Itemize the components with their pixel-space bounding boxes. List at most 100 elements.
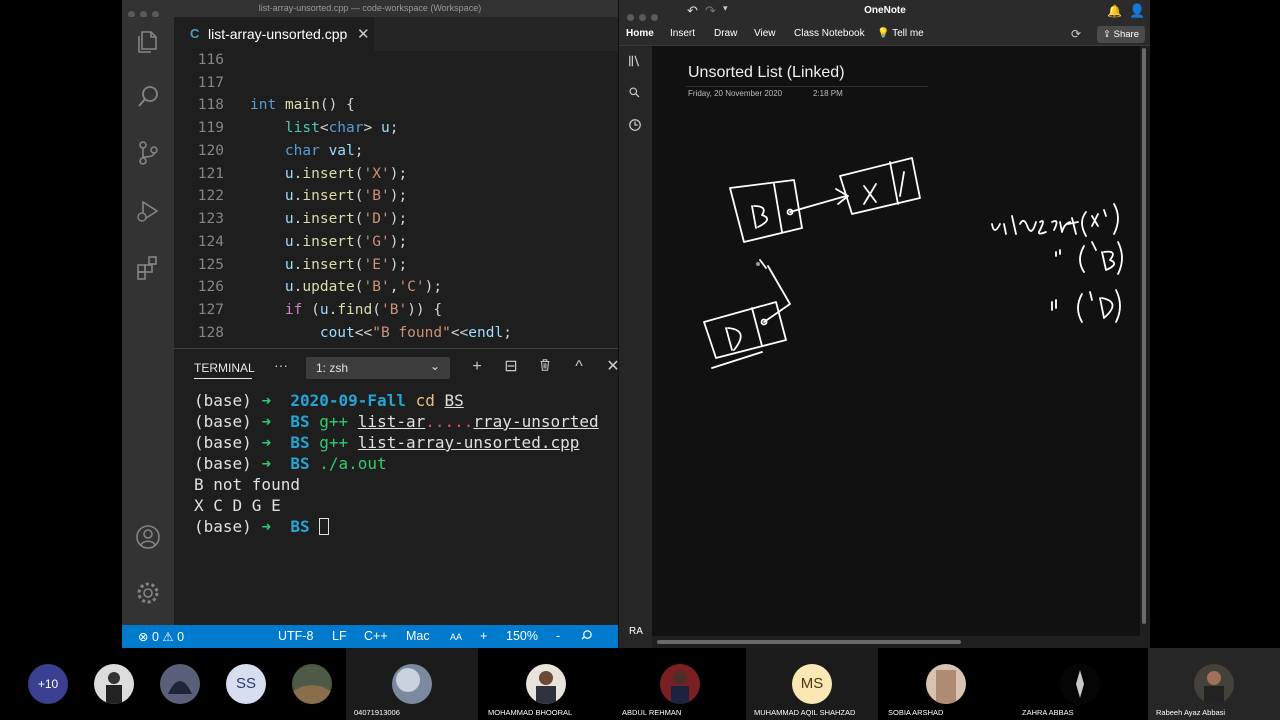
terminal-panel: TERMINAL ··· 1: zsh ⌄ + ⊟ ^ ✕ (base) ➜ 2… [174, 348, 618, 625]
participant-tile[interactable]: MS MUHAMMAD AQIL SHAHZAD [746, 648, 878, 720]
terminal-line: (base) ➜ BS g++ list-array-unsorted.cpp [194, 433, 580, 452]
maximize-panel-icon[interactable]: ^ [570, 358, 588, 376]
node-b-letter [751, 205, 768, 229]
terminal-select-value: 1: zsh [316, 361, 349, 375]
tell-me-search[interactable]: 💡 Tell me [877, 28, 924, 39]
avatar [1060, 664, 1100, 704]
vertical-scrollbar[interactable] [1142, 48, 1146, 624]
note-u-insert-x [991, 203, 1119, 237]
participant-name: Rabeeh Ayaz Abbasi [1156, 708, 1226, 717]
terminal-line: B not found [194, 475, 300, 494]
avatar [160, 664, 200, 704]
split-terminal-icon[interactable]: ⊟ [502, 358, 520, 376]
close-panel-icon[interactable]: ✕ [604, 358, 618, 376]
bell-icon[interactable]: 🔔 [1107, 4, 1122, 18]
participant-overflow-tile[interactable]: +10 [20, 648, 76, 720]
horizontal-scrollbar[interactable] [657, 640, 961, 644]
code-text: u.insert('D'); [284, 211, 408, 227]
search-icon[interactable] [628, 86, 644, 102]
share-button[interactable]: ⇪ Share [1097, 26, 1145, 43]
terminal-cursor [319, 518, 330, 535]
tab-label: list-array-unsorted.cpp [208, 26, 348, 42]
tab-terminal[interactable]: TERMINAL [194, 361, 255, 375]
avatar: MS [792, 664, 832, 704]
tab-home[interactable]: Home [626, 28, 654, 39]
participant-tile[interactable]: ZAHRA ABBAS [1014, 648, 1146, 720]
tab-draw[interactable]: Draw [714, 28, 737, 39]
run-debug-icon[interactable] [134, 197, 162, 225]
avatar [94, 664, 134, 704]
line-number: 124 [197, 234, 224, 250]
problems-status[interactable]: ⊗ 0 ⚠ 0 [138, 629, 184, 644]
terminal-line: X C D G E [194, 496, 281, 515]
vscode-titlebar: list-array-unsorted.cpp — code-workspace… [122, 0, 618, 18]
code-text: u.insert('E'); [284, 257, 408, 273]
node-d-box [703, 301, 787, 359]
account-icon[interactable] [134, 523, 162, 551]
line-number: 127 [197, 302, 224, 318]
onenote-page-canvas[interactable]: Unsorted List (Linked) Friday, 20 Novemb… [652, 46, 1140, 636]
window-title: list-array-unsorted.cpp — code-workspace… [258, 3, 482, 13]
tab-class-notebook[interactable]: Class Notebook [794, 28, 865, 39]
participant-tile[interactable] [152, 648, 208, 720]
participant-tile[interactable]: ABDUL REHMAN [614, 648, 746, 720]
onenote-nav-rail: RA [619, 46, 652, 648]
zoom-level[interactable]: 150% [506, 629, 538, 643]
line-number: 117 [197, 75, 224, 91]
avatar: SS [226, 664, 266, 704]
line-number: 116 [197, 52, 224, 68]
font-size-icon[interactable]: AA [450, 632, 462, 642]
source-control-icon[interactable] [134, 139, 162, 167]
note-quote-d [1051, 289, 1121, 323]
user-initials[interactable]: RA [629, 626, 643, 637]
sync-icon[interactable]: ⟳ [1071, 27, 1081, 41]
platform-status[interactable]: Mac [406, 629, 430, 643]
avatar [292, 664, 332, 704]
activity-bar [122, 17, 174, 625]
terminal-select[interactable]: 1: zsh ⌄ [306, 357, 450, 379]
code-editor[interactable]: 116 117 118 int main() { 119 list<char> u… [174, 51, 618, 348]
notebooks-icon[interactable] [628, 54, 644, 70]
vscode-window: list-array-unsorted.cpp — code-workspace… [122, 0, 618, 648]
account-icon[interactable]: 👤 [1129, 3, 1145, 19]
tab-view[interactable]: View [754, 28, 776, 39]
participant-tile-active-speaker[interactable]: Rabeeh Ayaz Abbasi [1148, 648, 1280, 720]
handwritten-ink-drawing [703, 157, 1123, 369]
node-x-letter [863, 183, 877, 205]
terminal-line: (base) ➜ BS [194, 517, 330, 538]
avatar [660, 664, 700, 704]
code-text: int main() { [250, 97, 355, 113]
kill-terminal-icon[interactable] [536, 358, 554, 376]
language-status[interactable]: C++ [364, 629, 388, 643]
tab-list-array-unsorted[interactable]: C list-array-unsorted.cpp ✕ [174, 17, 374, 51]
node-x-divider [889, 161, 899, 205]
zoom-in-button[interactable]: + [480, 629, 487, 643]
participant-tile[interactable] [86, 648, 142, 720]
line-number: 126 [197, 279, 224, 295]
overflow-count: +10 [28, 664, 68, 704]
explorer-icon[interactable] [134, 27, 162, 55]
panel-more-icon[interactable]: ··· [274, 357, 288, 373]
participant-tile[interactable]: SS [218, 648, 274, 720]
participant-tile[interactable]: 04071913006 [346, 648, 478, 720]
line-number: 125 [197, 257, 224, 273]
participant-tile[interactable]: MOHAMMAD BHOORAL [480, 648, 612, 720]
zoom-out-button[interactable]: - [556, 629, 560, 643]
eol-status[interactable]: LF [332, 629, 347, 643]
pointer-underline [711, 351, 763, 369]
new-terminal-icon[interactable]: + [468, 358, 486, 376]
settings-gear-icon[interactable] [134, 579, 162, 607]
encoding-status[interactable]: UTF-8 [278, 629, 313, 643]
participant-name: ABDUL REHMAN [622, 708, 682, 717]
extensions-icon[interactable] [134, 253, 162, 281]
terminal-line: (base) ➜ BS ./a.out [194, 454, 387, 473]
tab-insert[interactable]: Insert [670, 28, 695, 39]
participant-tile[interactable]: SOBIA ARSHAD [880, 648, 1012, 720]
participant-tile[interactable] [284, 648, 340, 720]
search-icon[interactable] [134, 83, 162, 111]
note-quote-b [1055, 241, 1123, 275]
tab-close-icon[interactable]: ✕ [357, 25, 370, 43]
recent-clock-icon[interactable] [628, 118, 644, 134]
app-title: OneNote [864, 5, 906, 16]
feedback-icon[interactable] [580, 629, 593, 645]
